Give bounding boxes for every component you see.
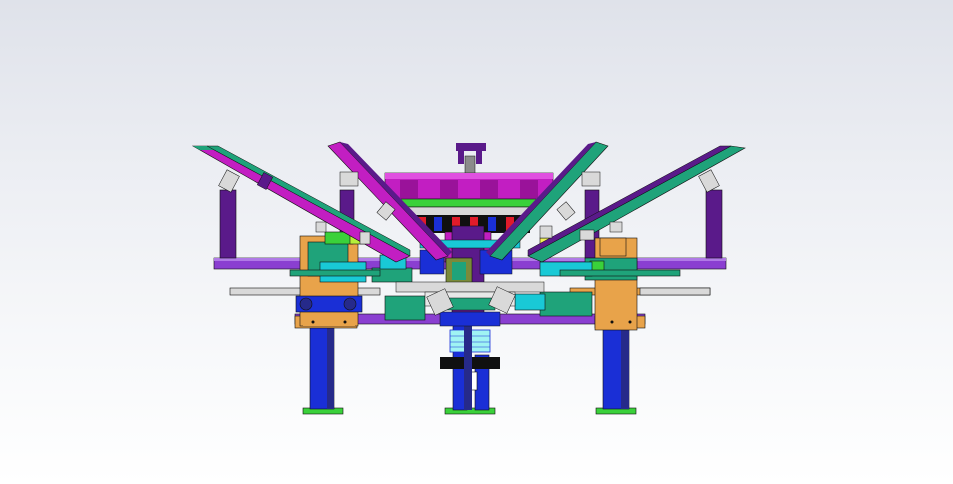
bracket-right-2: [581, 171, 601, 187]
right-carriage-top: [599, 237, 627, 257]
machine-assembly-model[interactable]: [0, 0, 953, 484]
turret-blue-bottom: [439, 311, 501, 327]
right-leg-column-shade: [621, 325, 629, 409]
bracket-left-4: [359, 231, 371, 245]
bracket-right-5: [579, 229, 595, 241]
bracket-left-1: [218, 169, 240, 193]
left-teal-rail: [289, 269, 381, 277]
mid-rail-right-light: [639, 287, 711, 296]
turret-top-bracket: [456, 143, 486, 151]
left-screw-pad: [303, 318, 355, 326]
right-motor: [514, 293, 546, 311]
turret-drum-band: [385, 173, 553, 179]
turret-green-ring: [397, 198, 541, 208]
left-leg-column-shade: [327, 325, 334, 409]
right-vertical-post: [705, 189, 723, 259]
right-teal-rail: [559, 269, 681, 277]
turret-top-shaft: [464, 155, 476, 175]
bracket-right-3: [539, 225, 553, 239]
bracket-right-1: [698, 169, 720, 193]
left-motor-hub-b: [343, 297, 357, 311]
left-lower-slider: [384, 295, 426, 321]
cad-viewport[interactable]: [0, 0, 953, 484]
bracket-left-3: [339, 171, 359, 187]
turret-lower-base: [395, 281, 545, 293]
left-vertical-post: [219, 189, 237, 259]
left-motor-hub-a: [299, 297, 313, 311]
right-lower-slider: [539, 291, 593, 317]
bracket-right-4: [556, 201, 576, 221]
